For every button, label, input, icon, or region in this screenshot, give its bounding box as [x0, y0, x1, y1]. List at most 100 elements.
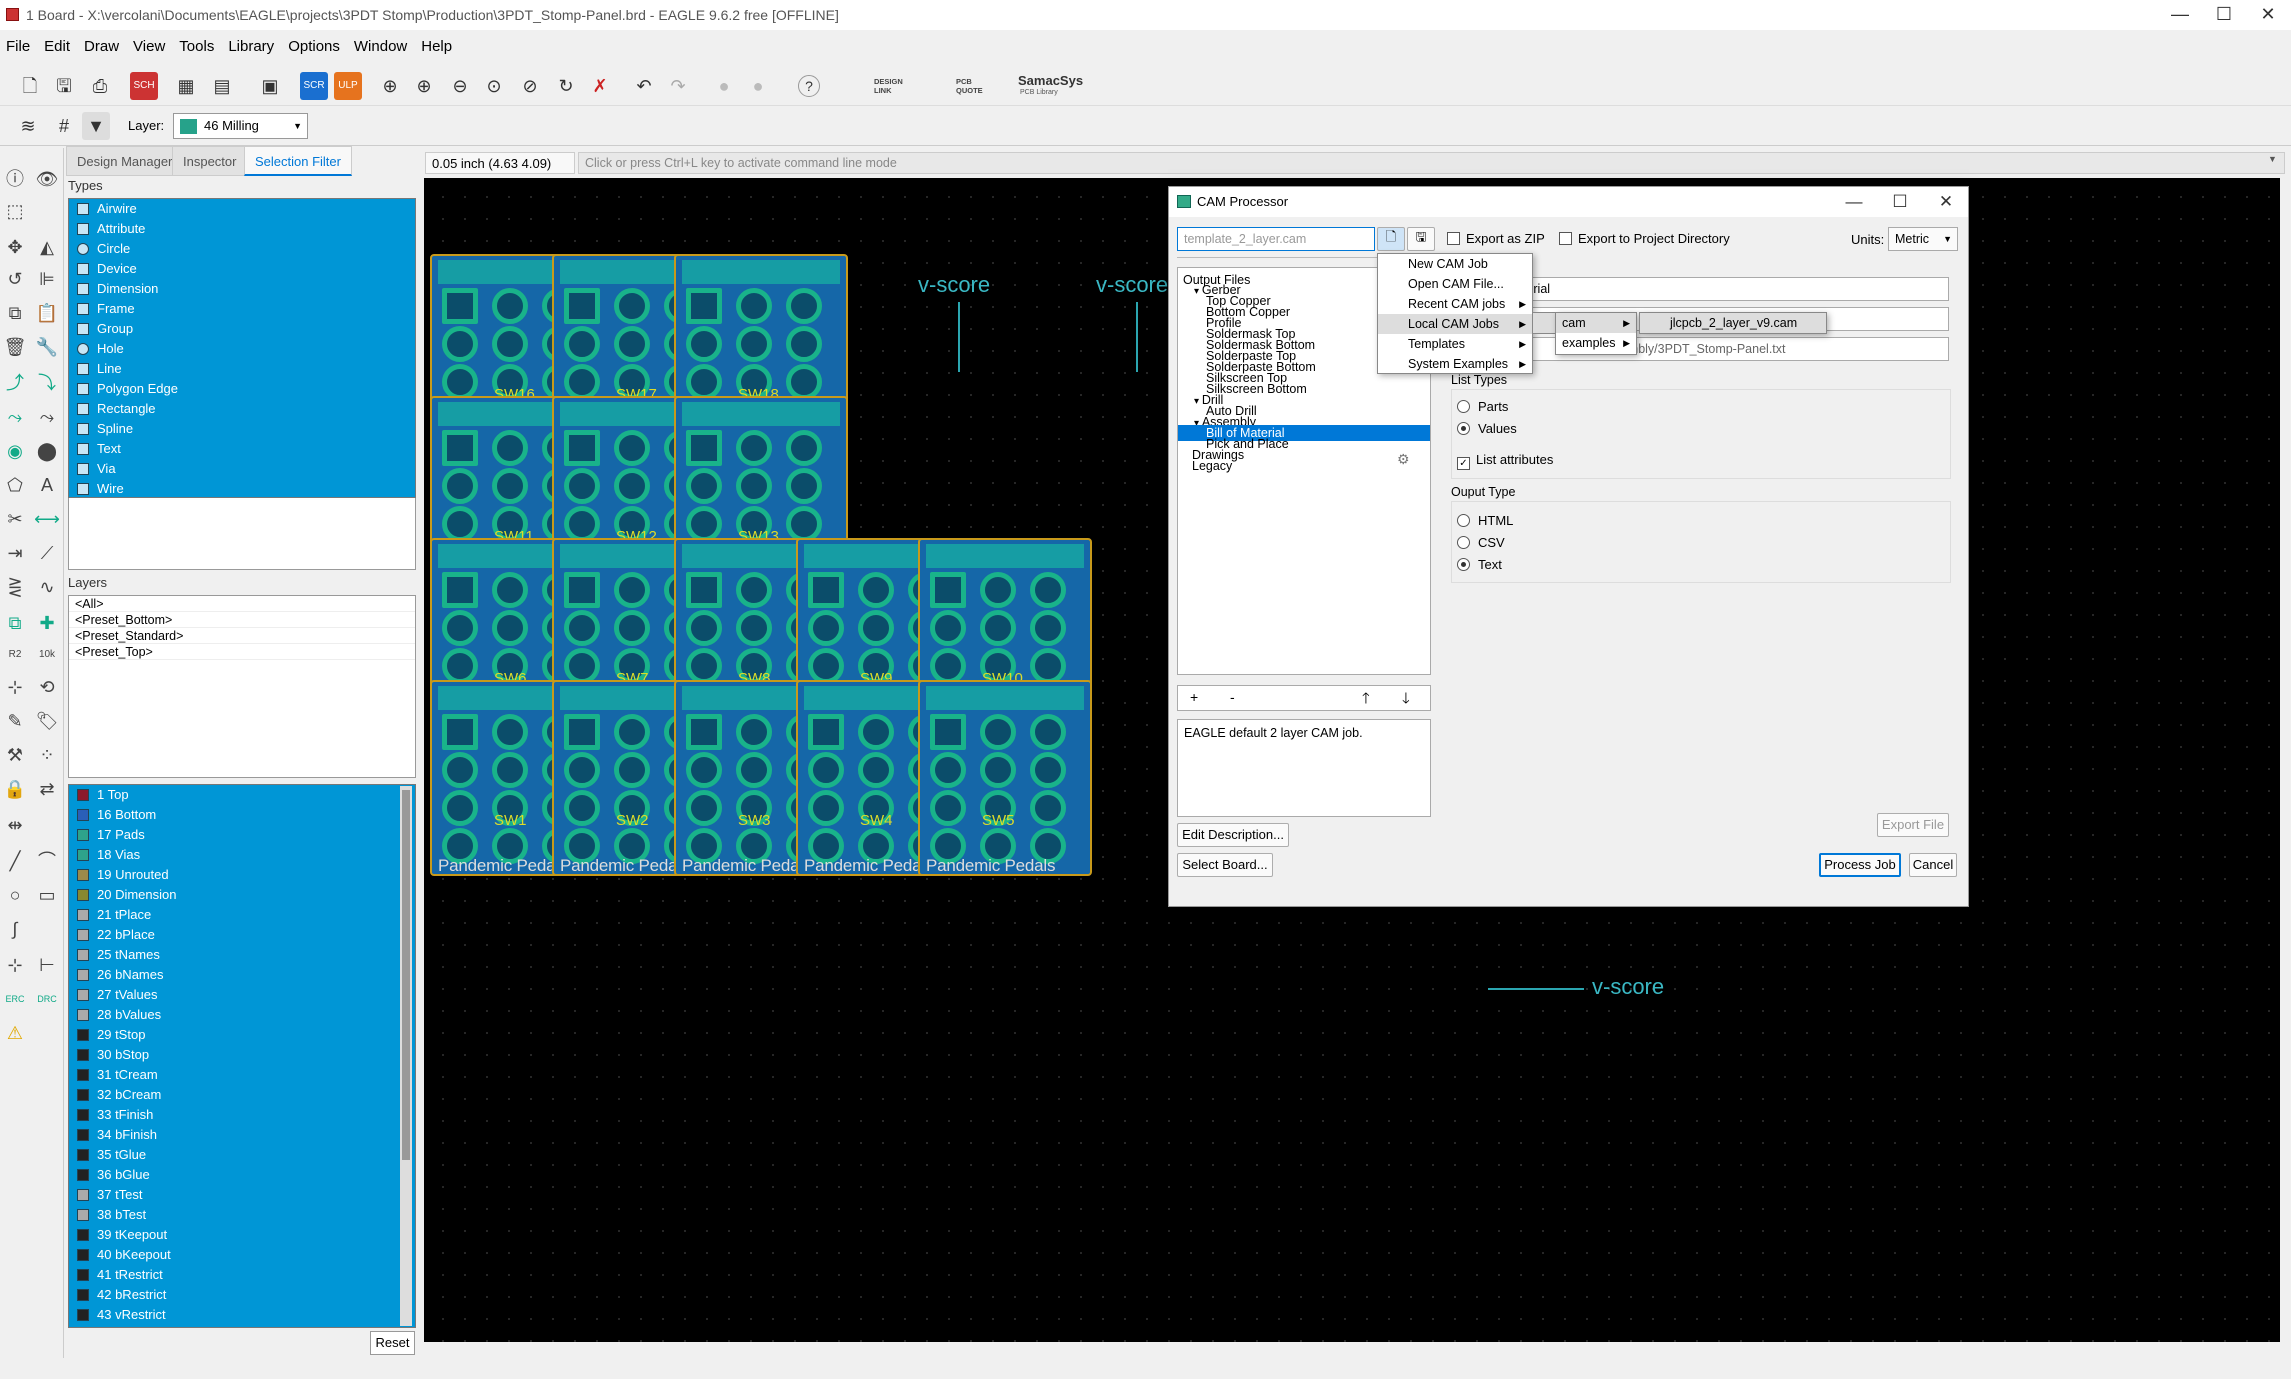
pcb-quote-button[interactable]: PCB QUOTE — [940, 77, 1000, 95]
help-icon[interactable]: ? — [798, 75, 820, 97]
new-file-icon[interactable]: 🗋 — [16, 72, 44, 100]
tab-inspector[interactable]: Inspector — [172, 146, 248, 176]
samacsys-button[interactable]: SamacSys — [1018, 73, 1083, 88]
scr-icon[interactable]: SCR — [300, 72, 328, 100]
layer-item[interactable]: 39 tKeepout — [69, 1225, 415, 1245]
tab-design-manager[interactable]: Design Manager — [66, 146, 184, 176]
menu-help[interactable]: Help — [415, 34, 460, 55]
layer-item[interactable]: 43 vRestrict — [69, 1305, 415, 1325]
type-polygon-edge[interactable]: Polygon Edge — [69, 379, 415, 399]
export-file-button[interactable]: Export File — [1877, 813, 1949, 837]
menu-system-examples[interactable]: System Examples ▶ — [1378, 354, 1532, 374]
drc-icon[interactable]: DRC — [34, 986, 60, 1012]
zoom-in-icon[interactable]: ⊕ — [410, 72, 438, 100]
redo-icon[interactable]: ↷ — [664, 72, 692, 100]
paste-icon[interactable]: 📋 — [34, 300, 60, 326]
type-wire[interactable]: Wire — [69, 479, 415, 499]
bus-icon[interactable]: ⋛ — [2, 574, 28, 600]
lock-icon[interactable]: 🔒 — [2, 776, 28, 802]
export-zip-checkbox[interactable]: Export as ZIP — [1447, 231, 1545, 246]
cam-maximize-button[interactable]: ☐ — [1877, 187, 1923, 217]
type-airwire[interactable]: Airwire — [69, 199, 415, 219]
preset-item[interactable]: <Preset_Bottom> — [69, 612, 415, 628]
scrollbar-thumb[interactable] — [402, 790, 410, 1160]
filter-icon[interactable]: ▼ — [82, 112, 110, 140]
script-icon[interactable]: ▤ — [208, 72, 236, 100]
zoom-fit-icon[interactable]: ⊕ — [376, 72, 404, 100]
layer-item[interactable]: 33 tFinish — [69, 1105, 415, 1125]
layer-item[interactable]: 28 bValues — [69, 1005, 415, 1025]
layer-item[interactable]: 21 tPlace — [69, 905, 415, 925]
layer-item[interactable]: 30 bStop — [69, 1045, 415, 1065]
layer-item[interactable]: 37 tTest — [69, 1185, 415, 1205]
layer-item[interactable]: 27 tValues — [69, 985, 415, 1005]
menu-open-cam-file[interactable]: Open CAM File... — [1378, 274, 1532, 294]
preset-item[interactable]: <Preset_Standard> — [69, 628, 415, 644]
menu-library[interactable]: Library — [222, 34, 282, 55]
redraw-icon[interactable]: ↻ — [552, 72, 580, 100]
type-group[interactable]: Group — [69, 319, 415, 339]
values-radio[interactable]: Values — [1457, 421, 1517, 436]
route-icon[interactable]: ⤴ — [2, 370, 28, 396]
layer-item[interactable]: 18 Vias — [69, 845, 415, 865]
ulp-icon[interactable]: ULP — [334, 72, 362, 100]
cancel-icon[interactable]: ● — [744, 72, 772, 100]
preset-item[interactable]: <Preset_Top> — [69, 644, 415, 660]
type-line[interactable]: Line — [69, 359, 415, 379]
html-radio[interactable]: HTML — [1457, 513, 1513, 528]
warning-icon[interactable]: ⚠ — [2, 1020, 28, 1046]
layer-item[interactable]: 22 bPlace — [69, 925, 415, 945]
tab-selection-filter[interactable]: Selection Filter — [244, 146, 352, 176]
menu-edit[interactable]: Edit — [38, 34, 78, 55]
smash-icon[interactable]: ⊹ — [2, 674, 28, 700]
layer-item[interactable]: 34 bFinish — [69, 1125, 415, 1145]
cam-minimize-button[interactable]: — — [1831, 187, 1877, 217]
optimize-icon[interactable]: ⤳ — [34, 404, 60, 430]
chevron-down-icon[interactable]: ▼ — [2268, 154, 2277, 164]
menu-templates[interactable]: Templates ▶ — [1378, 334, 1532, 354]
menu-local-cam-jobs[interactable]: Local CAM Jobs ▶ — [1378, 314, 1532, 334]
dimension-icon[interactable]: ⊢ — [34, 952, 60, 978]
layer-item[interactable]: 26 bNames — [69, 965, 415, 985]
measure-icon[interactable]: ⇹ — [2, 812, 28, 838]
erc-icon[interactable]: ERC — [2, 986, 28, 1012]
rotate-icon[interactable]: ↺ — [2, 266, 28, 292]
pattern-icon[interactable]: ⁘ — [34, 742, 60, 768]
zoom-select-icon[interactable]: ⊙ — [480, 72, 508, 100]
print-icon[interactable]: ⎙ — [86, 72, 114, 100]
cam-job-file-input[interactable]: template_2_layer.cam — [1177, 227, 1375, 251]
cam-icon[interactable]: ▦ — [172, 72, 200, 100]
arrow-down-icon[interactable]: 🡓 — [1402, 688, 1410, 713]
signal-icon[interactable]: ⟷ — [34, 506, 60, 532]
design-link-button[interactable]: DESIGN LINK — [858, 77, 918, 95]
type-text[interactable]: Text — [69, 439, 415, 459]
menu-jlcpcb-job[interactable]: jlcpcb_2_layer_v9.cam — [1640, 313, 1826, 333]
layer-item[interactable]: 38 bTest — [69, 1205, 415, 1225]
layer-dropdown[interactable]: 46 Milling ▼ — [173, 113, 308, 139]
output-name-input[interactable]: aterial — [1509, 277, 1949, 301]
command-line-input[interactable]: Click or press Ctrl+L key to activate co… — [578, 152, 2285, 174]
grid-icon[interactable]: # — [50, 112, 78, 140]
wave-icon[interactable]: ∿ — [34, 574, 60, 600]
type-rectangle[interactable]: Rectangle — [69, 399, 415, 419]
select-icon[interactable]: ⬚ — [2, 198, 28, 224]
text-icon[interactable]: A — [34, 472, 60, 498]
add-part-icon[interactable]: ✚ — [34, 610, 60, 636]
rectangle-icon[interactable]: ▭ — [34, 882, 60, 908]
layer-item[interactable]: 36 bGlue — [69, 1165, 415, 1185]
reset-button[interactable]: Reset — [370, 1331, 415, 1355]
menu-window[interactable]: Window — [348, 34, 415, 55]
edit-description-button[interactable]: Edit Description... — [1177, 823, 1289, 847]
menu-examples-folder[interactable]: examples ▶ — [1556, 333, 1636, 353]
value-icon[interactable]: 10k — [34, 642, 60, 668]
units-dropdown[interactable]: Metric ▼ — [1888, 227, 1958, 251]
list-attributes-checkbox[interactable]: ✓ List attributes — [1457, 452, 1553, 470]
show-icon[interactable]: 👁 — [34, 166, 60, 192]
tree-node[interactable]: Legacy — [1192, 458, 1430, 474]
parts-radio[interactable]: Parts — [1457, 399, 1508, 414]
close-button[interactable]: ✕ — [2245, 0, 2291, 30]
circle-icon[interactable]: ○ — [2, 882, 28, 908]
cam-close-button[interactable]: ✕ — [1923, 187, 1969, 217]
csv-radio[interactable]: CSV — [1457, 535, 1505, 550]
pcb-board[interactable]: SW5 Pandemic Pedals — [918, 680, 1092, 876]
